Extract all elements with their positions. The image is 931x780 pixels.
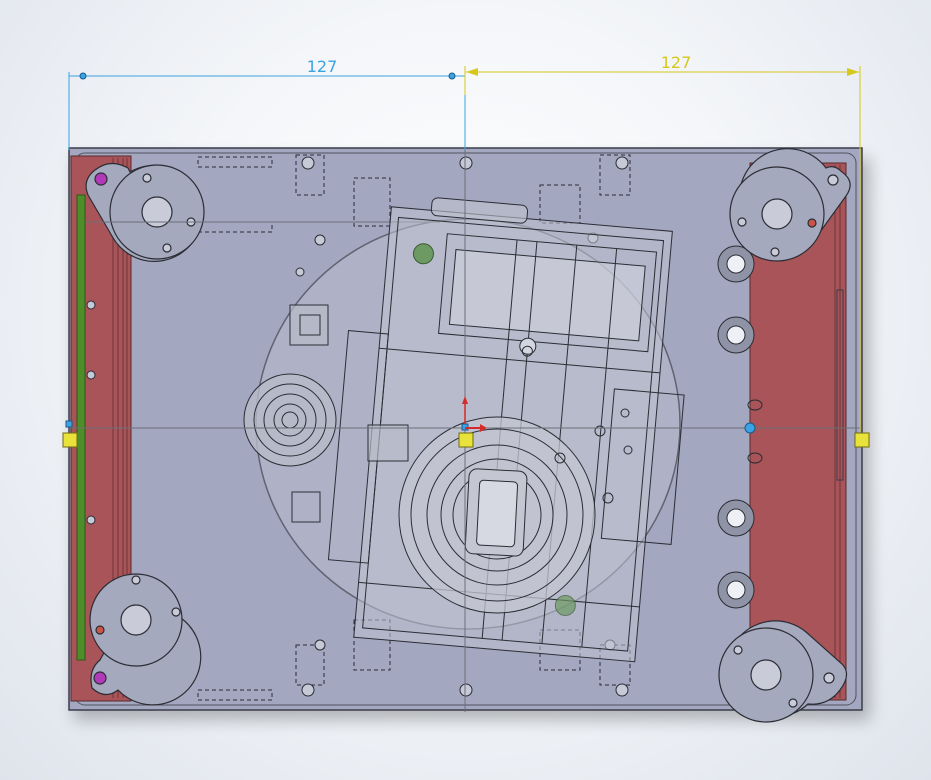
left-dimension[interactable]: 127 bbox=[68, 57, 466, 150]
left-dimension-value[interactable]: 127 bbox=[307, 57, 338, 76]
cad-viewport[interactable]: 127 127 bbox=[0, 0, 931, 780]
right-dimension-value[interactable]: 127 bbox=[661, 53, 692, 72]
midpoint-marker[interactable] bbox=[744, 422, 756, 434]
